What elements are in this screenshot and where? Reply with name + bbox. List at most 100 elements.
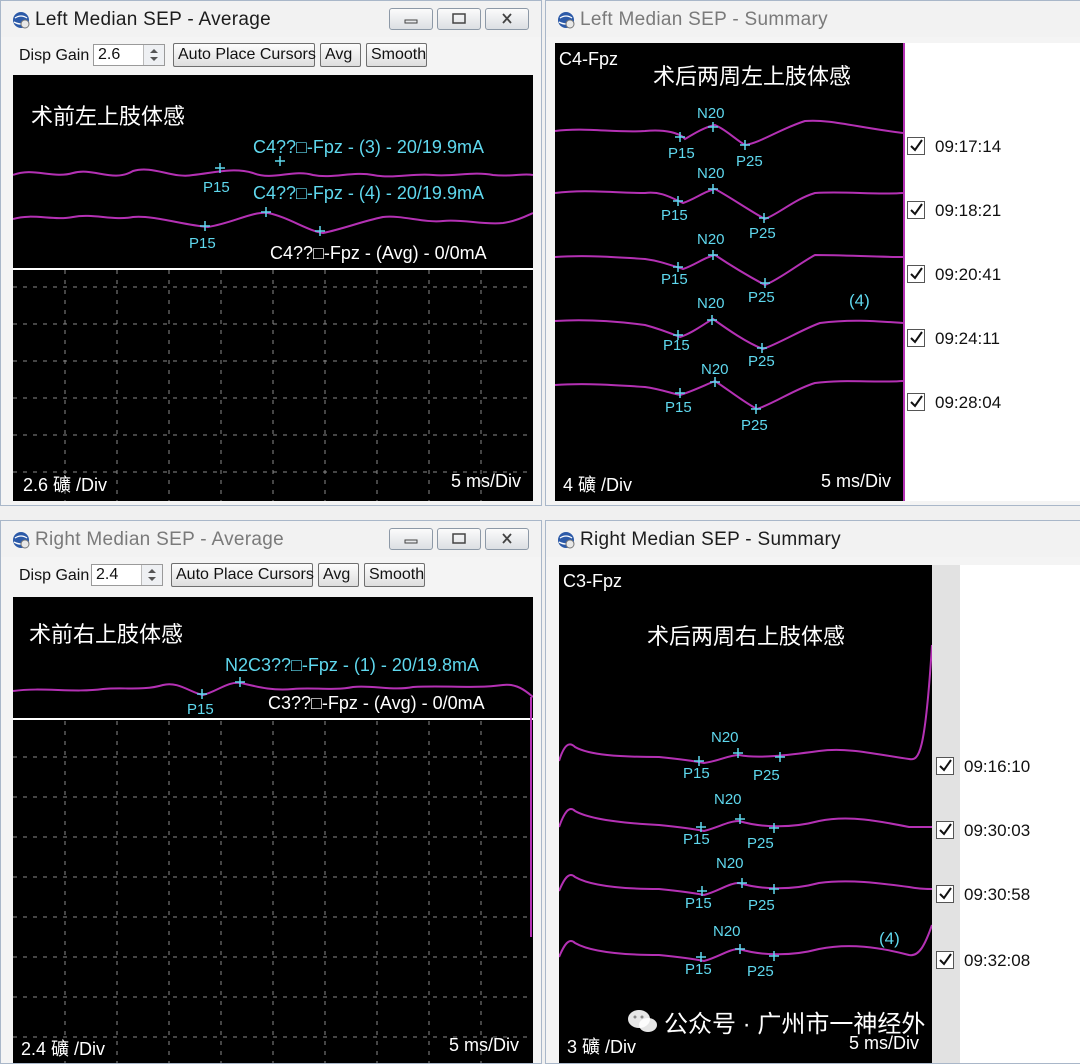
close-button[interactable] [485, 8, 529, 30]
title-bar[interactable]: Left Median SEP - Average [1, 1, 541, 37]
disp-gain-value: 2.4 [96, 566, 119, 583]
title-bar[interactable]: Right Median SEP - Summary [546, 521, 1080, 557]
marker-n20: N20 [697, 295, 725, 312]
waveform-plot[interactable]: 术前右上肢体感 N2C3??□-Fpz - (1) - 20/19.8mA C3… [13, 597, 533, 1063]
sweep-time: 09:17:14 [935, 137, 1002, 156]
title-bar[interactable]: Left Median SEP - Summary [546, 1, 1080, 37]
maximize-icon [452, 13, 466, 24]
avg-button[interactable]: Avg [318, 563, 359, 587]
channel-label: C3-Fpz [563, 571, 623, 591]
minimize-button[interactable] [389, 528, 433, 550]
summary-traces [555, 119, 903, 411]
gain-spinner[interactable] [141, 565, 162, 585]
avg-button[interactable]: Avg [320, 43, 361, 67]
check-icon [939, 823, 952, 836]
disp-gain-label: Disp Gain [19, 567, 90, 584]
disp-gain-label: Disp Gain [19, 47, 90, 64]
sweep-time: 09:30:58 [964, 885, 1031, 904]
maximize-button[interactable] [437, 8, 481, 30]
trace-1-label: C4??□-Fpz - (3) - 20/19.9mA [253, 137, 484, 157]
title-bar[interactable]: Right Median SEP - Average [1, 521, 541, 557]
right-summary-window[interactable]: Right Median SEP - Summary C3-Fpz 术后两周右上… [545, 520, 1080, 1064]
sweep-checkbox[interactable] [936, 821, 954, 839]
trace-2-label: C4??□-Fpz - (4) - 20/19.9mA [253, 183, 484, 203]
maximize-icon [452, 533, 466, 544]
sweep-list: 09:17:14 09:18:21 09:20:41 09:24:11 09:2… [903, 43, 1080, 501]
summary-plot[interactable]: C3-Fpz 术后两周右上肢体感 (4) P15 N20 P25 P15 N20… [559, 565, 932, 1063]
marker-p15: P15 [663, 337, 690, 354]
close-icon [502, 533, 512, 544]
waveform-plot[interactable]: 术前左上肢体感 C4??□-Fpz - (3) - 20/19.9mA C4??… [13, 75, 533, 501]
window-title: Left Median SEP - Summary [580, 9, 828, 30]
marker-p25: P25 [753, 767, 780, 784]
app-globe-icon [558, 12, 575, 29]
amplitude-scale: 2.4 礦 /Div [21, 1039, 106, 1059]
marker-p15: P15 [187, 701, 214, 718]
window-title: Right Median SEP - Summary [580, 529, 841, 550]
smooth-button[interactable]: Smooth [364, 563, 425, 587]
marker-p15: P15 [189, 235, 216, 252]
time-scale: 5 ms/Div [449, 1035, 520, 1055]
sweep-time: 09:32:08 [964, 951, 1031, 970]
postop-label: 术后两周左上肢体感 [653, 65, 852, 90]
sweep-checkbox[interactable] [907, 137, 925, 155]
sweep-checkbox[interactable] [936, 885, 954, 903]
postop-label: 术后两周右上肢体感 [647, 625, 846, 650]
auto-place-cursors-button[interactable]: Auto Place Cursors [173, 43, 316, 67]
amplitude-scale: 2.6 礦 /Div [23, 475, 108, 495]
marker-n20: N20 [697, 231, 725, 248]
marker-n20: N20 [697, 105, 725, 122]
app-globe-icon [13, 532, 30, 549]
sweep-time: 09:28:04 [935, 393, 1002, 412]
disp-gain-input[interactable]: 2.6 [93, 44, 165, 66]
average-count: (4) [849, 291, 870, 310]
sweep-checkbox[interactable] [907, 265, 925, 283]
left-average-window[interactable]: Left Median SEP - Average Disp Gain 2.6 … [0, 0, 542, 506]
check-icon [910, 331, 923, 344]
marker-n20: N20 [701, 361, 729, 378]
check-icon [910, 139, 923, 152]
marker-p15: P15 [685, 961, 712, 978]
gain-spinner[interactable] [143, 45, 164, 65]
disp-gain-input[interactable]: 2.4 [91, 564, 163, 586]
time-scale: 5 ms/Div [451, 471, 522, 491]
marker-p15: P15 [665, 399, 692, 416]
right-average-window[interactable]: Right Median SEP - Average Disp Gain 2.4… [0, 520, 542, 1064]
close-button[interactable] [485, 528, 529, 550]
grid [13, 270, 533, 501]
sweep-checkbox[interactable] [936, 757, 954, 775]
app-globe-icon [558, 532, 575, 549]
maximize-button[interactable] [437, 528, 481, 550]
preop-label: 术前右上肢体感 [29, 623, 184, 648]
disp-gain-value: 2.6 [98, 46, 121, 63]
check-icon [910, 267, 923, 280]
marker-p25: P25 [741, 417, 768, 434]
summary-canvas [555, 119, 903, 414]
sweep-checkbox[interactable] [907, 393, 925, 411]
channel-label: C4-Fpz [559, 49, 619, 69]
marker-p25: P25 [748, 897, 775, 914]
window-title: Left Median SEP - Average [35, 9, 272, 30]
auto-place-cursors-button[interactable]: Auto Place Cursors [171, 563, 314, 587]
marker-n20: N20 [711, 729, 739, 746]
left-summary-window[interactable]: Left Median SEP - Summary C4-Fpz 术后两周左上肢… [545, 0, 1080, 506]
watermark-text: 公众号 · 广州市一神经外 [664, 1011, 926, 1038]
grid [13, 721, 533, 1063]
amplitude-scale: 4 礦 /Div [563, 475, 633, 495]
marker-p25: P25 [748, 289, 775, 306]
sweep-checkbox[interactable] [907, 329, 925, 347]
marker-p15: P15 [661, 271, 688, 288]
sweep-checkbox[interactable] [907, 201, 925, 219]
marker-n20: N20 [713, 923, 741, 940]
wechat-icon [628, 1010, 657, 1032]
minimize-button[interactable] [389, 8, 433, 30]
sweep-checkbox[interactable] [936, 951, 954, 969]
minimize-icon [404, 539, 418, 544]
smooth-button[interactable]: Smooth [366, 43, 427, 67]
check-icon [939, 887, 952, 900]
marker-p25: P25 [747, 835, 774, 852]
summary-plot[interactable]: C4-Fpz 术后两周左上肢体感 (4) P15 N20 P25 P15 N20… [555, 43, 903, 501]
sweep-time: 09:20:41 [935, 265, 1002, 284]
sweep-time: 09:18:21 [935, 201, 1002, 220]
marker-p15: P15 [683, 831, 710, 848]
